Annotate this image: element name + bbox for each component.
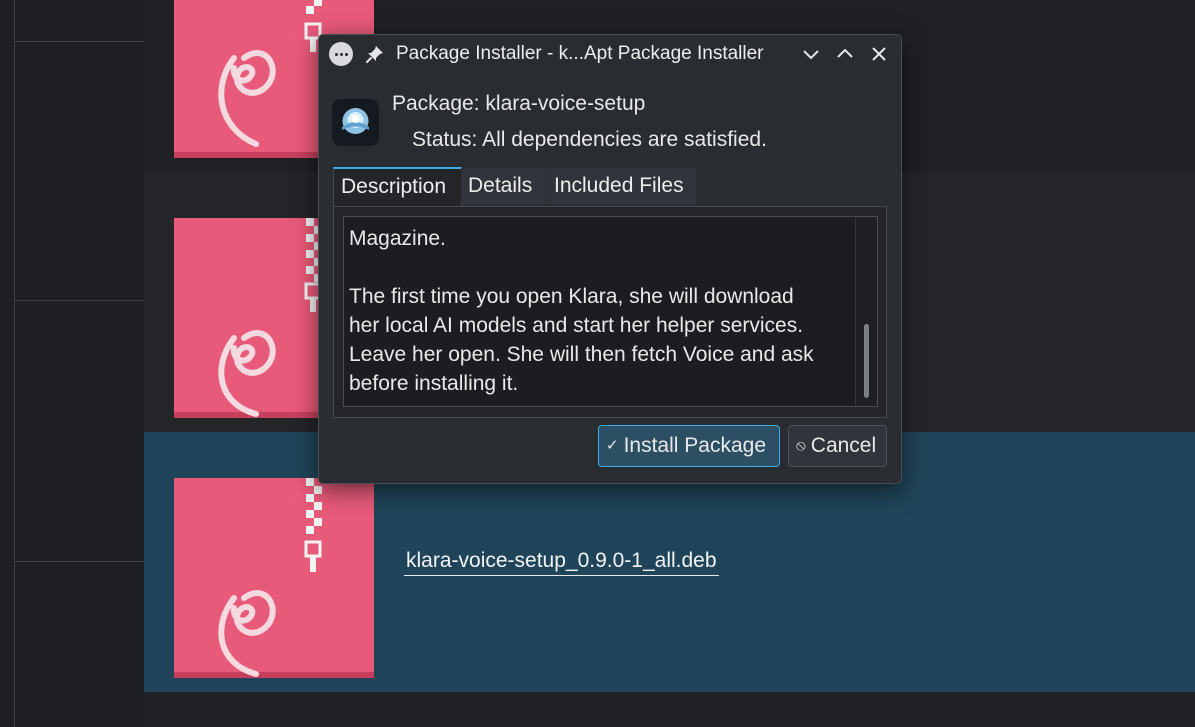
package-line: Package: klara-voice-setup xyxy=(392,92,645,116)
chevron-down-icon xyxy=(803,50,819,60)
description-line: before installing it. xyxy=(349,372,519,395)
description-line: The first time you open Klara, she will … xyxy=(349,285,794,308)
window-title: Package Installer - k...Apt Package Inst… xyxy=(396,43,764,64)
tab-included-files[interactable]: Included Files xyxy=(547,168,696,204)
scrollbar-thumb[interactable] xyxy=(864,324,869,398)
app-icon xyxy=(332,99,379,146)
tab-details[interactable]: Details xyxy=(461,168,546,204)
cancel-icon: ⦸ xyxy=(796,437,806,454)
package-name: klara-voice-setup xyxy=(485,92,646,115)
description-line: Magazine. xyxy=(349,227,446,250)
close-icon xyxy=(872,47,886,61)
package-label: Package: xyxy=(392,92,480,115)
description-text: Magazine. The first time you open Klara,… xyxy=(349,224,854,398)
close-button[interactable] xyxy=(869,44,889,64)
divider xyxy=(14,561,144,562)
divider xyxy=(14,300,144,301)
file-name-label[interactable]: klara-voice-setup_0.9.0-1_all.deb xyxy=(404,549,719,576)
tab-description[interactable]: Description xyxy=(333,167,462,206)
divider xyxy=(14,41,144,42)
install-package-button[interactable]: ✓ Install Package xyxy=(598,425,780,467)
debian-package-icon xyxy=(174,478,374,678)
panel-divider xyxy=(14,0,15,727)
pin-icon[interactable] xyxy=(365,44,385,64)
status-label: Status: xyxy=(412,128,478,151)
title-bar[interactable]: Package Installer - k...Apt Package Inst… xyxy=(319,35,901,73)
description-text-area[interactable]: Magazine. The first time you open Klara,… xyxy=(343,216,878,407)
status-line: Status: All dependencies are satisfied. xyxy=(412,128,767,152)
status-text: All dependencies are satisfied. xyxy=(482,128,767,151)
side-panel xyxy=(0,0,144,727)
cancel-button[interactable]: ⦸ Cancel xyxy=(788,425,887,467)
package-installer-dialog: Package Installer - k...Apt Package Inst… xyxy=(318,34,902,484)
minimize-button[interactable] xyxy=(801,44,821,64)
description-line: Leave her open. She will then fetch Voic… xyxy=(349,343,814,366)
cancel-label: Cancel xyxy=(810,434,877,457)
description-line: her local AI models and start her helper… xyxy=(349,314,804,337)
maximize-button[interactable] xyxy=(835,44,855,64)
description-line xyxy=(349,253,854,282)
checkmark-icon: ✓ xyxy=(606,437,619,454)
file-row[interactable] xyxy=(144,692,1195,727)
chevron-up-icon xyxy=(837,48,853,58)
klara-logo-icon xyxy=(342,108,369,134)
description-panel: Magazine. The first time you open Klara,… xyxy=(333,206,887,418)
install-package-label: Install Package xyxy=(623,434,766,457)
scrollbar[interactable] xyxy=(855,217,877,406)
window-menu-icon[interactable] xyxy=(329,42,353,66)
